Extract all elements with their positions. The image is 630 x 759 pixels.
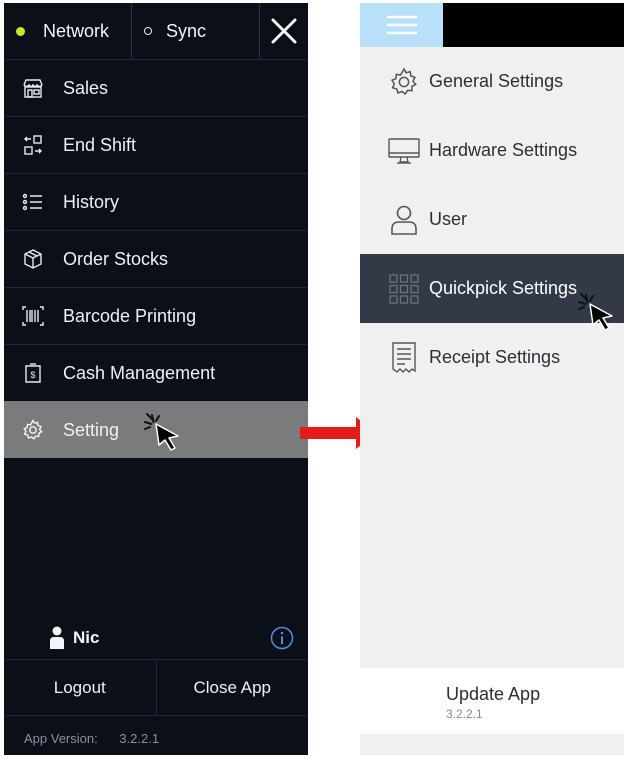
sync-button[interactable]: Sync (132, 3, 260, 59)
network-status-dot (16, 26, 25, 36)
network-label: Network (43, 20, 110, 41)
receipt-settings-item[interactable]: Receipt Settings (360, 323, 624, 392)
menu-label: Order Stocks (63, 248, 169, 269)
settings-label: Hardware Settings (429, 140, 578, 160)
monitor-icon (388, 135, 420, 167)
menu-label: Setting (63, 419, 120, 440)
store-icon (22, 77, 44, 99)
menu-label: Cash Management (63, 362, 216, 383)
sync-icon (144, 27, 152, 35)
menu-item-sales[interactable]: Sales (4, 59, 308, 116)
cash-icon: $ (22, 362, 44, 384)
menu-item-barcode-printing[interactable]: Barcode Printing (4, 287, 308, 344)
main-menu-panel: Network Sync Sales End Shift History Ord… (4, 3, 308, 755)
close-icon (271, 18, 297, 44)
settings-label: User (429, 209, 468, 229)
user-name: Nic (73, 628, 100, 647)
menu-label: End Shift (63, 134, 137, 155)
menu-item-end-shift[interactable]: End Shift (4, 116, 308, 173)
menu-label: History (63, 191, 120, 212)
settings-label: Receipt Settings (429, 347, 561, 367)
logout-button[interactable]: Logout (4, 660, 157, 715)
gear-icon (22, 419, 44, 441)
quickpick-settings-item[interactable]: Quickpick Settings (360, 254, 624, 331)
box-icon (22, 248, 44, 270)
hamburger-icon (386, 15, 417, 35)
hamburger-menu-button[interactable] (360, 3, 443, 47)
user-settings-item[interactable]: User (360, 185, 624, 254)
svg-text:$: $ (30, 370, 35, 380)
app-version: App Version: 3.2.2.1 (24, 731, 159, 746)
close-app-button[interactable]: Close App (157, 660, 309, 715)
general-settings-item[interactable]: General Settings (360, 47, 624, 116)
user-row: Nic (4, 617, 308, 659)
network-status[interactable]: Network (4, 3, 132, 59)
user-icon (388, 204, 420, 236)
grid-icon (388, 273, 420, 305)
sync-label: Sync (166, 20, 207, 41)
settings-header (360, 3, 624, 47)
update-app-version: 3.2.2.1 (446, 707, 483, 721)
gear-icon (388, 66, 420, 98)
settings-panel: General Settings Hardware Settings User (360, 3, 624, 755)
menu-item-history[interactable]: History (4, 173, 308, 230)
menu-item-cash-management[interactable]: $ Cash Management (4, 344, 308, 401)
update-app-label: Update App (446, 684, 541, 704)
menu-label: Sales (63, 77, 109, 98)
update-app-button[interactable]: Update App 3.2.2.1 (360, 668, 624, 734)
bottom-actions: Logout Close App (4, 659, 308, 716)
info-icon[interactable] (270, 626, 294, 650)
menu-item-setting[interactable]: Setting (4, 401, 308, 458)
main-menu: Sales End Shift History Order Stocks Bar… (4, 59, 308, 458)
version-label: App Version: (24, 731, 98, 746)
shift-icon (22, 134, 44, 156)
close-menu-button[interactable] (260, 3, 308, 59)
settings-label: Quickpick Settings (429, 278, 578, 298)
settings-label: General Settings (429, 71, 564, 91)
barcode-icon (22, 305, 44, 327)
hardware-settings-item[interactable]: Hardware Settings (360, 116, 624, 185)
menu-label: Barcode Printing (63, 305, 197, 326)
list-icon (22, 191, 44, 213)
status-bar: Network Sync (4, 3, 308, 59)
menu-item-order-stocks[interactable]: Order Stocks (4, 230, 308, 287)
version-value: 3.2.2.1 (119, 731, 160, 746)
click-cursor-icon (144, 413, 179, 451)
user-avatar-icon (50, 626, 64, 649)
settings-list: General Settings Hardware Settings User (360, 47, 624, 392)
receipt-icon (388, 341, 420, 374)
